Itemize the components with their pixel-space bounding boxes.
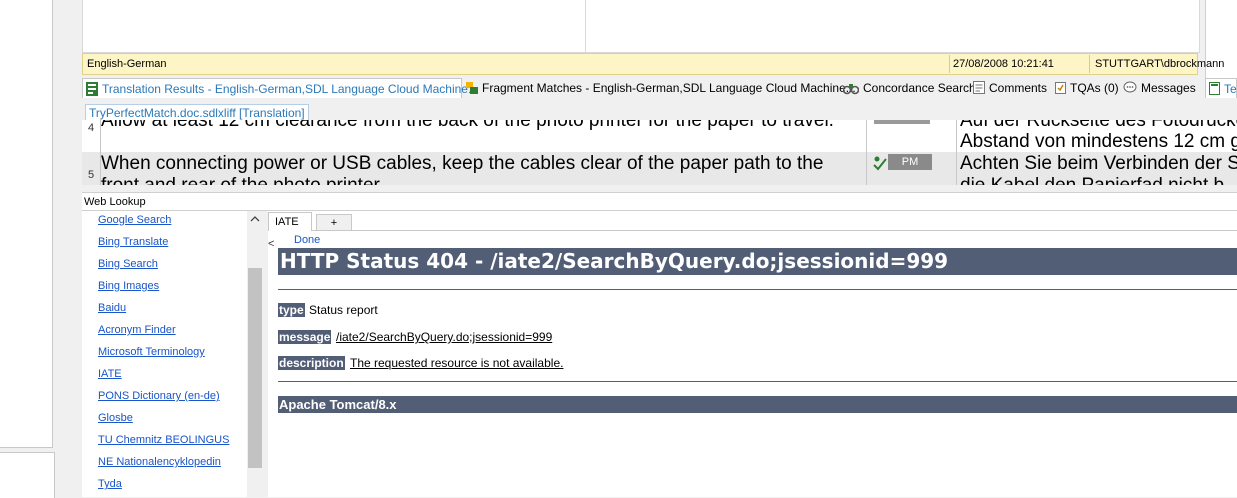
tab-comments[interactable]: Comments <box>970 78 1047 98</box>
provider-link[interactable]: TU Chemnitz BEOLINGUS <box>98 434 229 446</box>
tab-tqas[interactable]: TQAs (0) <box>1052 78 1119 98</box>
tab-strip-divider <box>268 230 1237 231</box>
web-lookup-titlebar: Web Lookup <box>82 192 1237 211</box>
tab-fragment-matches[interactable]: Fragment Matches - English-German,SDL La… <box>463 78 856 98</box>
tab-iate[interactable]: IATE <box>268 212 312 231</box>
left-panel <box>0 0 53 448</box>
editor-grid: 4 Allow at least 12 cm clearance from th… <box>82 120 1237 185</box>
error-message-label: message <box>278 330 332 344</box>
error-type-label: type <box>278 303 305 317</box>
results-tab-bar: Translation Results - English-German,SDL… <box>82 77 1237 99</box>
lookup-provider-list: Google Search Bing Translate Bing Search… <box>82 211 248 497</box>
tab-label: Fragment Matches - English-German,SDL La… <box>482 81 856 95</box>
segment-row[interactable]: 5 When connecting power or USB cables, k… <box>82 152 1237 185</box>
provider-link[interactable]: IATE <box>98 368 122 380</box>
error-page-title: HTTP Status 404 - /iate2/SearchByQuery.d… <box>278 248 1237 275</box>
provider-link[interactable]: Tyda <box>98 478 122 490</box>
segment-source-line2[interactable]: front and rear of the photo printer. <box>101 175 865 185</box>
segment-target-line2[interactable]: die Kabel den Papierfad nicht b <box>960 175 1224 185</box>
segment-status <box>874 120 930 124</box>
collapse-panel-button[interactable]: < <box>268 238 278 254</box>
tab-label: Translation Results - English-German,SDL… <box>102 82 478 96</box>
error-type-value: Status report <box>309 303 378 317</box>
scroll-up-icon[interactable] <box>250 215 260 223</box>
horizontal-rule <box>278 289 1237 290</box>
tab-label: TQAs (0) <box>1070 81 1119 95</box>
tab-label: Comments <box>989 81 1048 95</box>
provider-link[interactable]: PONS Dictionary (en-de) <box>98 390 220 402</box>
provider-link[interactable]: Bing Translate <box>98 236 168 248</box>
messages-icon <box>1123 81 1137 93</box>
match-status-bar: English-German 27/08/2008 10:21:41 STUTT… <box>82 53 1224 75</box>
provider-link[interactable]: Bing Images <box>98 280 159 292</box>
error-description-label: description <box>278 356 345 370</box>
match-datetime: 27/08/2008 10:21:41 <box>953 58 1054 70</box>
tab-label: Messages <box>1141 81 1196 95</box>
scrollbar-thumb[interactable] <box>248 268 262 468</box>
tab-concordance-search[interactable]: Concordance Search <box>840 78 976 98</box>
provider-link[interactable]: Google Search <box>98 214 171 226</box>
tab-messages[interactable]: Messages <box>1120 78 1196 98</box>
provider-link[interactable]: Acronym Finder <box>98 324 176 336</box>
confirmed-check-icon <box>873 156 887 171</box>
segment-source[interactable]: When connecting power or USB cables, kee… <box>101 153 865 175</box>
provider-link[interactable]: Glosbe <box>98 412 133 424</box>
comments-icon <box>973 81 985 95</box>
language-pair-label: English-German <box>87 58 167 70</box>
separator <box>1089 55 1090 73</box>
provider-link[interactable]: Baidu <box>98 302 126 314</box>
match-user: STUTTGART\dbrockmann <box>1095 58 1225 70</box>
add-tab-button[interactable]: + <box>316 214 352 231</box>
fragment-matches-icon <box>466 81 478 94</box>
segment-number: 5 <box>87 169 95 181</box>
tab-label: Concordance Search <box>863 81 976 95</box>
concordance-icon <box>843 83 859 95</box>
match-status-badge: PM <box>888 154 932 170</box>
provider-link[interactable]: Microsoft Terminology <box>98 346 205 358</box>
segment-number: 4 <box>87 122 95 134</box>
web-lookup-title: Web Lookup <box>84 196 146 208</box>
column-divider <box>956 120 957 185</box>
left-panel-lower <box>0 452 55 498</box>
segment-source[interactable]: Allow at least 12 cm clearance from the … <box>101 120 865 132</box>
segment-target-line2[interactable]: Abstand von mindestens 12 cm g <box>960 131 1237 153</box>
term-icon <box>1209 82 1220 96</box>
column-divider <box>100 120 101 185</box>
server-signature: Apache Tomcat/8.x <box>278 396 1237 413</box>
error-description-value: The requested resource is not available. <box>350 356 564 370</box>
provider-link[interactable]: NE Nationalencyklopedin <box>98 456 221 468</box>
segment-row[interactable]: 4 Allow at least 12 cm clearance from th… <box>82 120 1237 152</box>
column-divider <box>866 120 867 185</box>
tab-translation-results[interactable]: Translation Results - English-German,SDL… <box>82 78 478 98</box>
horizontal-rule <box>278 381 1237 382</box>
provider-link[interactable]: Bing Search <box>98 258 158 270</box>
translation-results-icon <box>86 81 98 96</box>
target-match-pane <box>585 0 1200 53</box>
source-match-pane <box>82 0 586 53</box>
segment-target[interactable]: Achten Sie beim Verbinden der S <box>960 153 1237 175</box>
separator <box>949 55 950 73</box>
browser-status-text: Done <box>294 234 321 246</box>
tab-label: Te <box>1224 82 1237 96</box>
error-message-value: /iate2/SearchByQuery.do;jsessionid=999 <box>336 330 553 344</box>
tab-termbase[interactable]: Te <box>1205 78 1237 98</box>
tqa-icon <box>1055 82 1066 95</box>
